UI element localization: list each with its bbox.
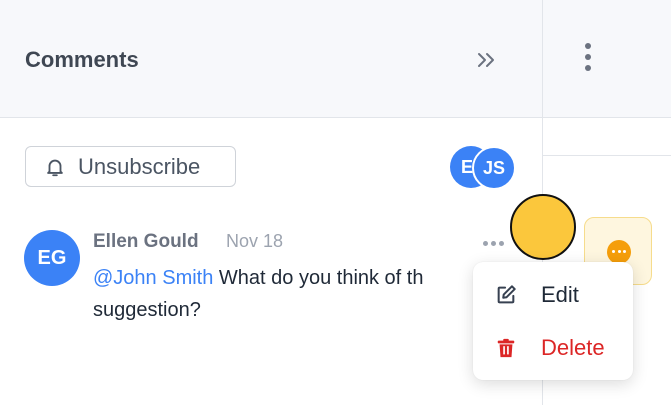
side-row-divider bbox=[543, 155, 671, 156]
vertical-ellipsis-icon bbox=[585, 43, 591, 49]
comment-author: Ellen Gould bbox=[93, 231, 199, 252]
subscriber-avatar[interactable]: JS bbox=[472, 146, 516, 190]
avatar: EG bbox=[24, 230, 80, 286]
comment-marker-icon bbox=[607, 240, 631, 264]
horizontal-ellipsis-icon bbox=[483, 241, 488, 246]
menu-item-label: Delete bbox=[541, 335, 605, 360]
side-toolbar bbox=[543, 0, 671, 118]
menu-item-edit[interactable]: Edit bbox=[473, 273, 633, 317]
double-chevron-right-icon bbox=[478, 53, 494, 67]
collapse-panel-button[interactable] bbox=[472, 46, 502, 74]
header-divider bbox=[0, 117, 543, 118]
unsubscribe-button[interactable]: Unsubscribe bbox=[25, 146, 236, 187]
comment-text-line2: suggestion? bbox=[93, 299, 201, 321]
edit-icon bbox=[495, 284, 517, 306]
side-divider bbox=[543, 117, 671, 118]
page-title: Comments bbox=[25, 47, 139, 72]
comment-more-button[interactable] bbox=[481, 235, 507, 251]
unsubscribe-label: Unsubscribe bbox=[78, 153, 201, 179]
trash-icon bbox=[495, 337, 517, 359]
cursor-indicator bbox=[510, 194, 576, 260]
user-mention[interactable]: @John Smith bbox=[93, 267, 213, 289]
menu-item-delete[interactable]: Delete bbox=[473, 326, 633, 370]
bell-icon bbox=[44, 156, 66, 178]
menu-item-label: Edit bbox=[541, 282, 579, 307]
comment-date: Nov 18 bbox=[226, 231, 284, 251]
comment-text-line1: What do you think of th bbox=[213, 267, 424, 289]
comment-text: @John Smith What do you think of th sugg… bbox=[93, 262, 465, 326]
comment-actions-menu: Edit Delete bbox=[473, 262, 633, 380]
more-options-button[interactable] bbox=[578, 40, 598, 74]
